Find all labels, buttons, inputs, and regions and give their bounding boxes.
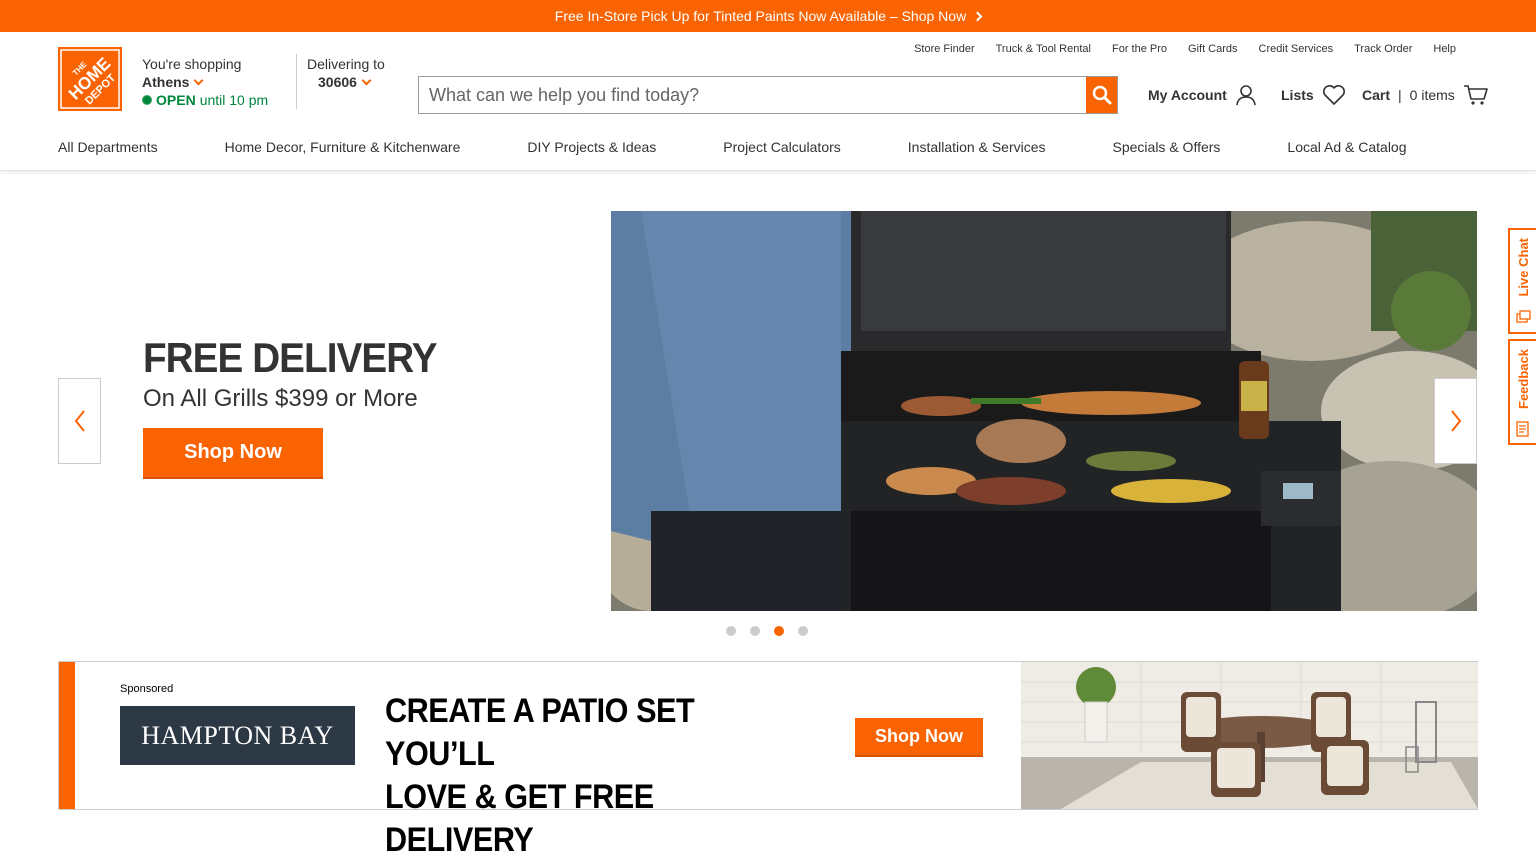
site-header: THE HOME DEPOT You're shopping Athens OP…: [0, 32, 1536, 171]
delivery-label: Delivering to: [307, 56, 385, 72]
open-status-icon: [142, 95, 152, 105]
nav-local-ad[interactable]: Local Ad & Catalog: [1287, 139, 1406, 155]
search-button[interactable]: [1086, 77, 1117, 113]
hero-grill-image[interactable]: [611, 211, 1477, 611]
user-icon: [1236, 85, 1256, 106]
cart-icon: [1463, 85, 1488, 105]
nav-project-calculators[interactable]: Project Calculators: [723, 139, 841, 155]
util-truck-rental[interactable]: Truck & Tool Rental: [996, 43, 1091, 55]
live-chat-label: Live Chat: [1515, 238, 1531, 297]
patio-set-image[interactable]: [1021, 662, 1478, 809]
chevron-right-icon: [972, 11, 983, 21]
search-input[interactable]: [419, 77, 1086, 113]
delivery-zip-selector[interactable]: Delivering to 30606: [307, 55, 385, 91]
shopping-label: You're shopping: [142, 56, 242, 72]
banner-headline-line-1: CREATE A PATIO SET YOU’LL: [385, 692, 695, 773]
utility-links: Store Finder Truck & Tool Rental For the…: [914, 43, 1456, 55]
zip-code[interactable]: 30606: [307, 73, 385, 91]
search-bar: [418, 76, 1118, 114]
carousel-dot[interactable]: [798, 626, 808, 636]
promo-text[interactable]: Free In-Store Pick Up for Tinted Paints …: [555, 8, 966, 24]
nav-specials-offers[interactable]: Specials & Offers: [1113, 139, 1221, 155]
zip-value: 30606: [318, 74, 357, 90]
search-icon: [1092, 85, 1111, 105]
nav-diy-projects[interactable]: DIY Projects & Ideas: [527, 139, 656, 155]
feedback-tab[interactable]: Feedback: [1508, 339, 1536, 445]
chevron-left-icon: [74, 410, 85, 432]
open-status: OPEN: [156, 92, 196, 108]
lists-label: Lists: [1281, 87, 1314, 103]
hero-subtitle: On All Grills $399 or More: [143, 385, 418, 412]
feedback-label: Feedback: [1515, 349, 1531, 409]
util-gift-cards[interactable]: Gift Cards: [1188, 43, 1238, 55]
cart-separator: |: [1398, 87, 1402, 103]
my-account-link[interactable]: My Account: [1148, 84, 1257, 106]
carousel-prev-button[interactable]: [58, 378, 101, 464]
carousel-pagination: [726, 626, 808, 636]
feedback-icon: [1516, 421, 1529, 437]
carousel-dot[interactable]: [750, 626, 760, 636]
main-navigation: All Departments Home Decor, Furniture & …: [58, 139, 1407, 155]
cart-count: 0 items: [1409, 87, 1455, 103]
promo-bar[interactable]: Free In-Store Pick Up for Tinted Paints …: [0, 0, 1536, 32]
sponsored-banner[interactable]: Sponsored HAMPTON BAY CREATE A PATIO SET…: [58, 661, 1478, 859]
util-track-order[interactable]: Track Order: [1354, 43, 1412, 55]
chevron-down-icon: [194, 75, 204, 85]
store-selector[interactable]: You're shopping Athens OPEN until 10 pm: [142, 55, 268, 109]
banner-shop-now-button[interactable]: Shop Now: [855, 718, 983, 757]
banner-headline-line-2: LOVE & GET FREE DELIVERY: [385, 778, 654, 859]
home-depot-logo[interactable]: THE HOME DEPOT: [58, 47, 122, 111]
cart-link[interactable]: Cart | 0 items: [1362, 84, 1489, 106]
hero-title: FREE DELIVERY: [143, 334, 438, 381]
hero-shop-now-button[interactable]: Shop Now: [143, 428, 323, 479]
sponsored-label: Sponsored: [120, 683, 174, 695]
lists-link[interactable]: Lists: [1281, 84, 1346, 106]
chevron-down-icon: [361, 75, 372, 85]
divider: [296, 54, 297, 109]
util-store-finder[interactable]: Store Finder: [914, 43, 975, 55]
util-for-the-pro[interactable]: For the Pro: [1112, 43, 1167, 55]
carousel-dot-active[interactable]: [774, 626, 784, 636]
chevron-right-icon: [1450, 410, 1461, 432]
chat-icon: [1516, 310, 1531, 323]
nav-installation-services[interactable]: Installation & Services: [908, 139, 1046, 155]
live-chat-tab[interactable]: Live Chat: [1508, 228, 1536, 334]
carousel-next-button[interactable]: [1434, 378, 1477, 464]
hampton-bay-logo[interactable]: HAMPTON BAY: [120, 706, 355, 765]
nav-all-departments[interactable]: All Departments: [58, 139, 158, 155]
hours-text: until 10 pm: [199, 92, 269, 108]
util-help[interactable]: Help: [1433, 43, 1456, 55]
nav-home-decor[interactable]: Home Decor, Furniture & Kitchenware: [225, 139, 461, 155]
banner-accent-stripe: [59, 662, 75, 809]
util-credit-services[interactable]: Credit Services: [1259, 43, 1334, 55]
cart-label: Cart: [1362, 87, 1391, 103]
store-hours: OPEN until 10 pm: [142, 91, 268, 109]
my-account-label: My Account: [1148, 87, 1227, 103]
carousel-dot[interactable]: [726, 626, 736, 636]
banner-headline: CREATE A PATIO SET YOU’LL LOVE & GET FRE…: [385, 690, 763, 862]
store-city[interactable]: Athens: [142, 73, 268, 91]
city-name: Athens: [142, 74, 190, 90]
heart-icon: [1322, 85, 1345, 105]
